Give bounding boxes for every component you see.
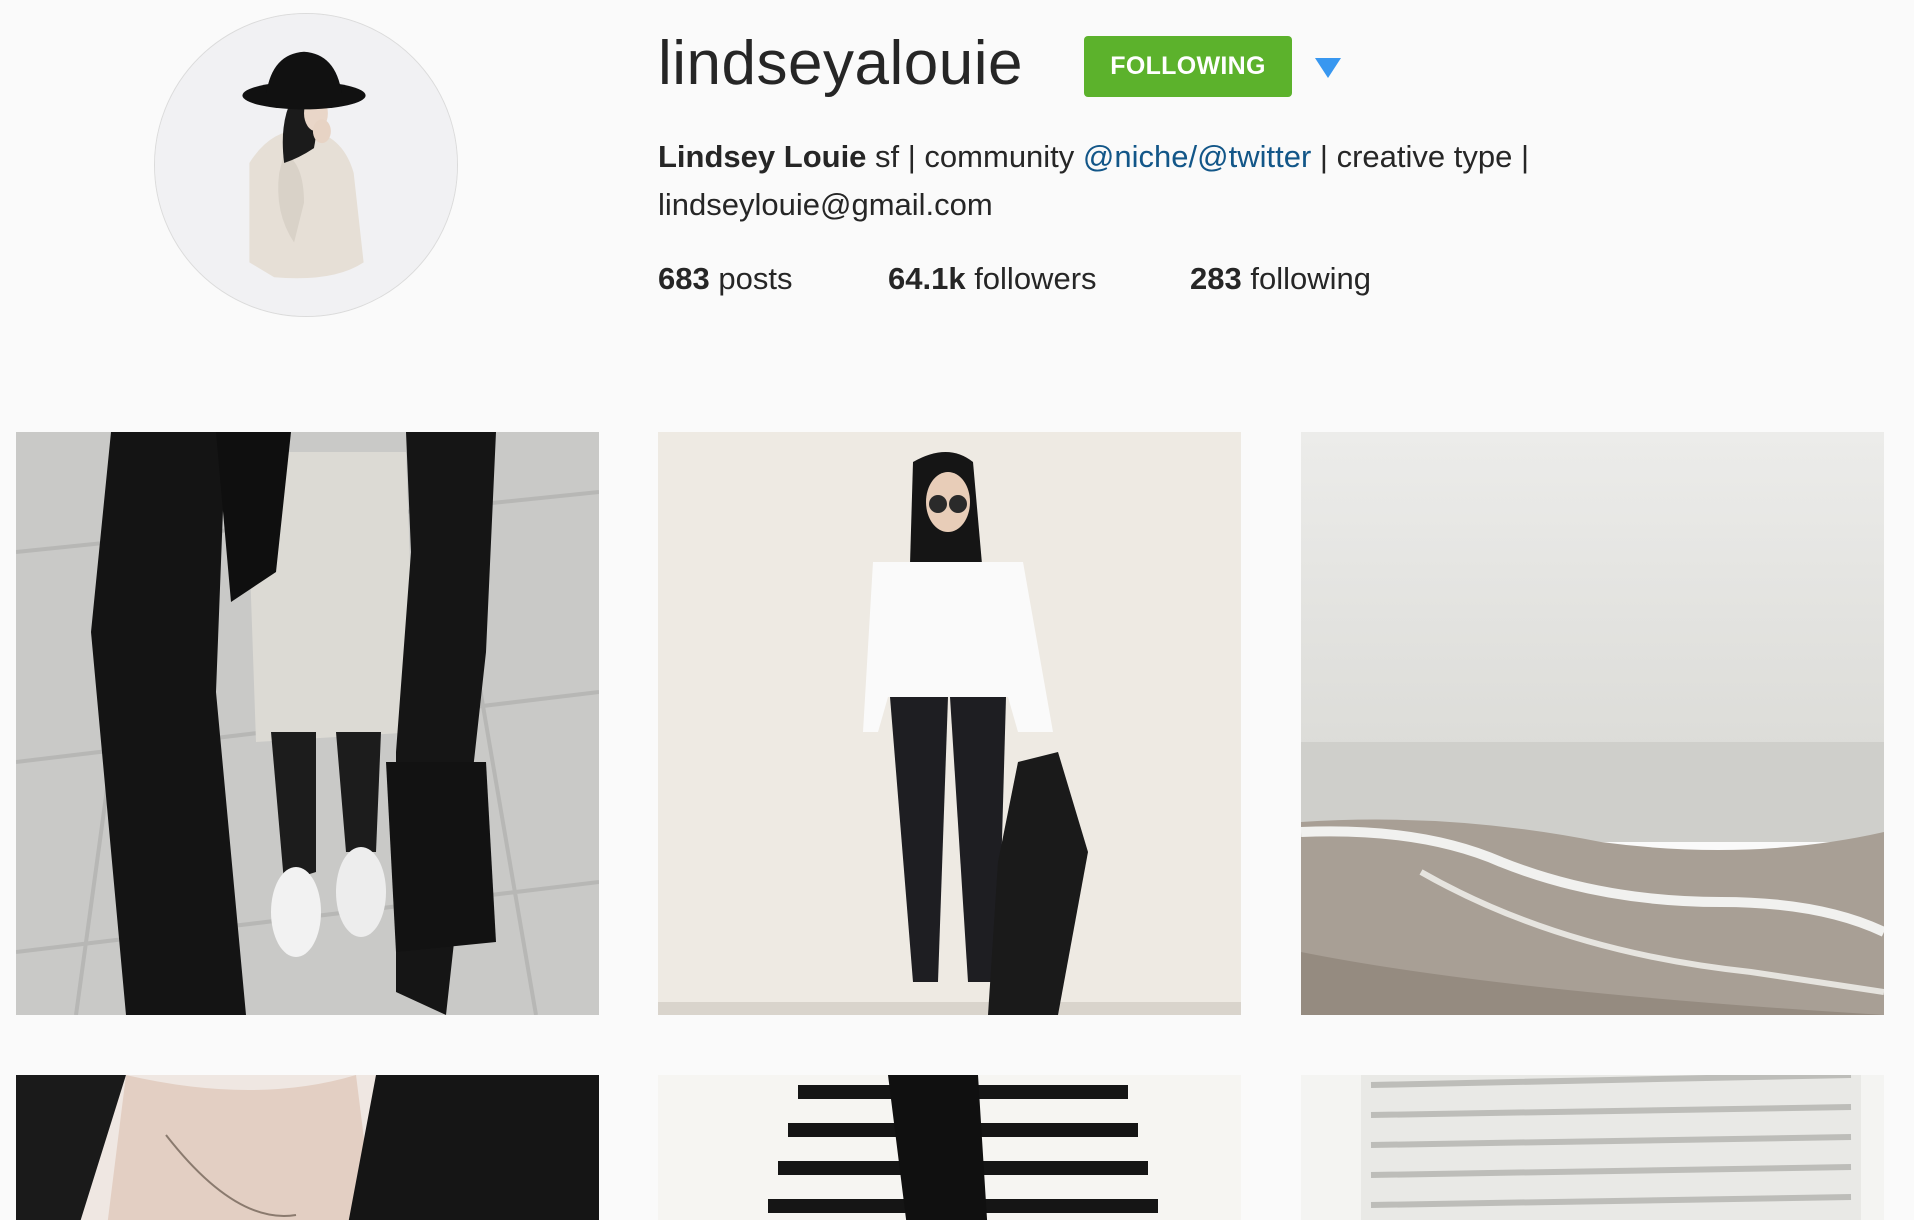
bio-text: sf | community [866, 139, 1083, 174]
chevron-down-icon[interactable] [1313, 56, 1343, 80]
mention-separator: / [1188, 139, 1198, 174]
profile-stats: 683 posts 64.1k followers 283 following [658, 255, 1371, 303]
followers-label: followers [965, 261, 1097, 296]
posts-label: posts [709, 261, 793, 296]
profile-bio: Lindsey Louie sf | community @niche/@twi… [658, 133, 1658, 229]
post-thumbnail[interactable] [16, 1075, 599, 1220]
following-count: 283 [1190, 261, 1242, 296]
post-thumbnail[interactable] [1301, 432, 1884, 1015]
bio-email: lindseylouie@gmail.com [658, 187, 993, 222]
post-photo [658, 432, 1241, 1015]
posts-count: 683 [658, 261, 710, 296]
mention-niche-link[interactable]: @niche [1083, 139, 1189, 174]
post-thumbnail[interactable] [658, 432, 1241, 1015]
profile-avatar [154, 13, 458, 317]
following-button[interactable]: FOLLOWING [1084, 36, 1292, 97]
post-photo [658, 1075, 1241, 1220]
following-label: following [1241, 261, 1371, 296]
stat-posts: 683 posts [658, 255, 888, 303]
post-photo [16, 1075, 599, 1220]
post-thumbnail[interactable] [16, 432, 599, 1015]
post-photo [16, 432, 599, 1015]
mention-twitter-link[interactable]: @twitter [1197, 139, 1311, 174]
post-thumbnail[interactable] [658, 1075, 1241, 1220]
stat-following[interactable]: 283 following [1190, 255, 1371, 303]
followers-count: 64.1k [888, 261, 966, 296]
post-photo [1301, 1075, 1884, 1220]
profile-full-name: Lindsey Louie [658, 139, 867, 174]
post-photo [1301, 432, 1884, 1015]
post-thumbnail[interactable] [1301, 1075, 1884, 1220]
avatar-photo [155, 14, 457, 316]
profile-username: lindseyalouie [658, 29, 1023, 98]
stat-followers[interactable]: 64.1k followers [888, 255, 1190, 303]
bio-text-tail: | creative type | [1311, 139, 1529, 174]
